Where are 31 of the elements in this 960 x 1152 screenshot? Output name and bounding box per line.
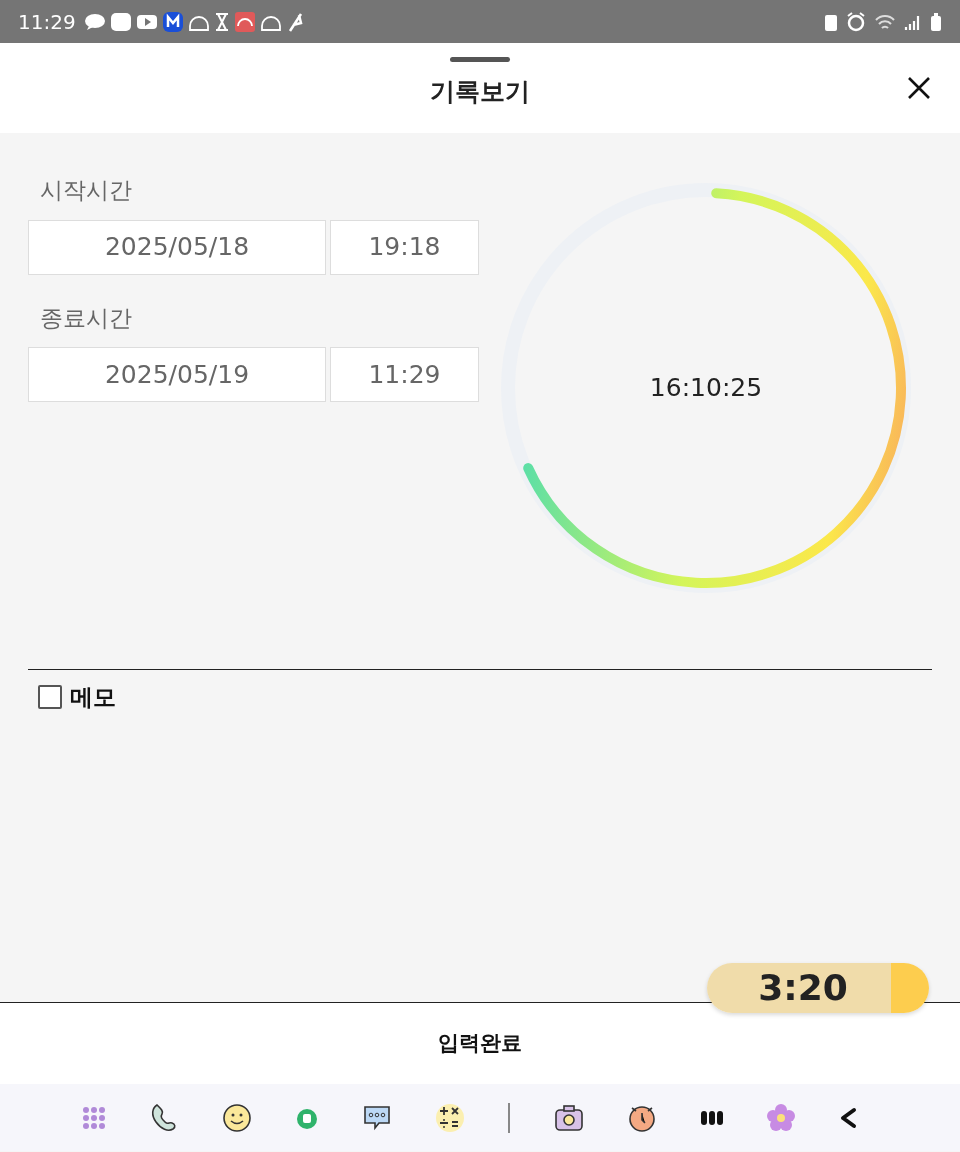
divider-icon xyxy=(508,1102,511,1133)
time-label: 종료시간 xyxy=(40,304,132,331)
time-label: 시작시간 xyxy=(40,177,132,203)
sheet-title: 기록보기 xyxy=(430,76,530,109)
recent-apps-icon[interactable] xyxy=(700,1108,725,1127)
hourglass-icon xyxy=(213,11,230,32)
apps-grid-icon[interactable] xyxy=(81,1105,106,1130)
drag-handle[interactable] xyxy=(450,57,510,62)
duration-text: 16:10:25 xyxy=(649,373,763,403)
back-icon[interactable] xyxy=(838,1106,859,1129)
camera-icon[interactable] xyxy=(554,1103,585,1132)
chat-bubble-icon xyxy=(83,12,106,31)
date-field[interactable]: 2025/05/19 xyxy=(28,347,326,402)
smiley-icon[interactable] xyxy=(221,1102,252,1133)
memo-label: 메모 xyxy=(70,683,116,712)
status-time: 11:29 xyxy=(18,8,76,36)
memo-checkbox[interactable] xyxy=(38,685,62,710)
app-icon xyxy=(161,10,184,33)
submit-button[interactable]: 입력완료 xyxy=(432,1026,528,1061)
close-icon xyxy=(906,75,932,101)
time-field[interactable]: 19:18 xyxy=(330,219,479,275)
play-icon xyxy=(135,12,158,31)
battery-icon xyxy=(930,11,942,32)
date-field[interactable]: 2025/05/18 xyxy=(28,219,326,275)
app-icon xyxy=(233,10,256,33)
floating-timer[interactable]: 3:20 xyxy=(707,963,929,1013)
time-field[interactable]: 11:29 xyxy=(330,347,479,402)
app-icon xyxy=(109,11,132,32)
alarm-icon xyxy=(846,11,866,32)
close-button[interactable] xyxy=(906,75,932,101)
calculator-icon[interactable] xyxy=(434,1102,465,1133)
